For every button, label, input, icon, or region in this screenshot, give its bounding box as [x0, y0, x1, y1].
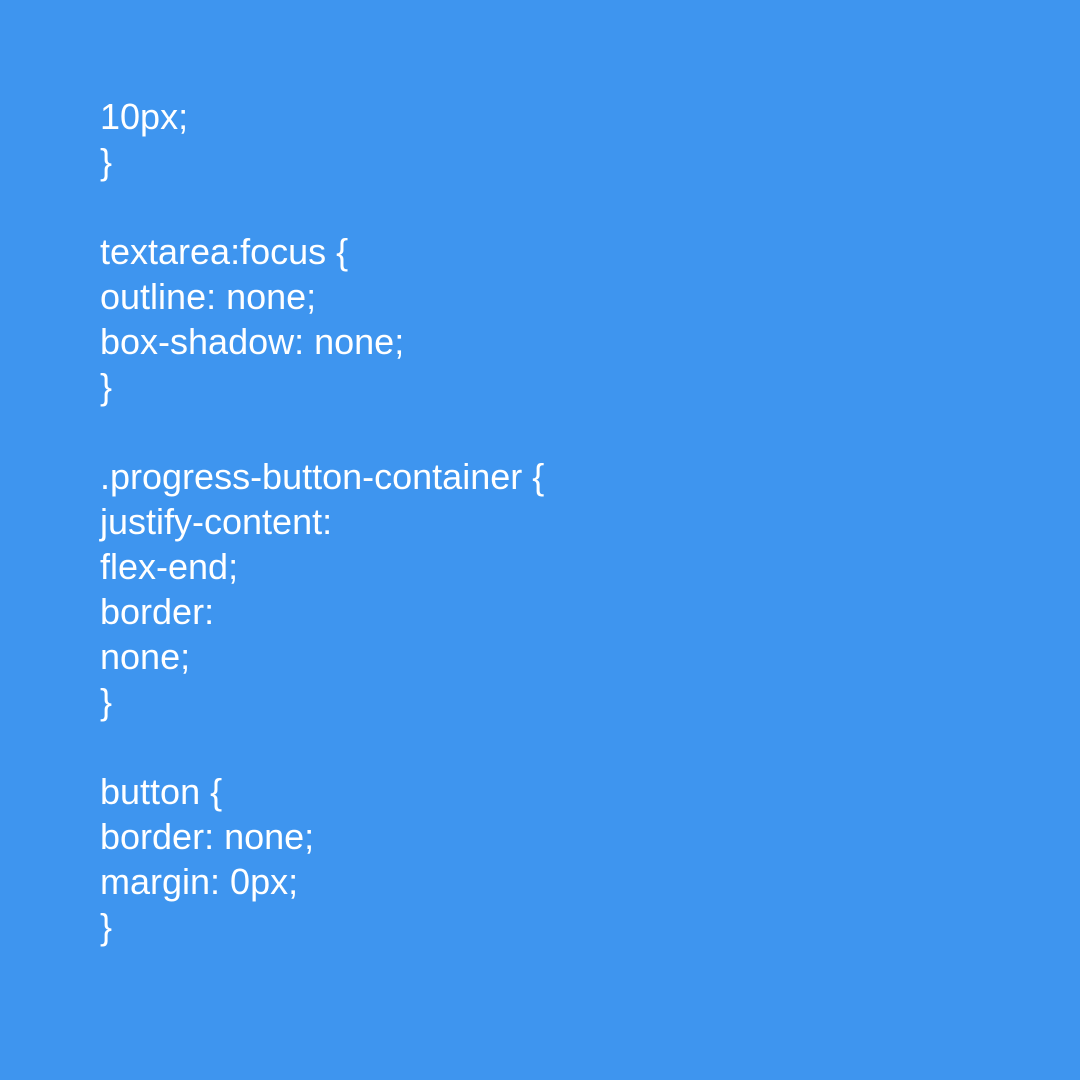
code-line: none;: [100, 636, 191, 677]
code-line: button {: [100, 771, 223, 812]
code-line: .progress-button-container {: [100, 456, 545, 497]
code-line: flex-end;: [100, 546, 239, 587]
code-line: }: [100, 681, 113, 722]
code-line: textarea:focus {: [100, 231, 349, 272]
code-line: }: [100, 906, 113, 947]
code-line: border:: [100, 591, 215, 632]
code-line: justify-content:: [100, 501, 333, 542]
css-code-block: 10px; } textarea:focus { outline: none; …: [100, 94, 1000, 949]
code-line: 10px;: [100, 96, 189, 137]
code-line: border: none;: [100, 816, 315, 857]
code-line: outline: none;: [100, 276, 317, 317]
code-line: }: [100, 366, 113, 407]
code-line: }: [100, 141, 113, 182]
code-line: margin: 0px;: [100, 861, 299, 902]
code-line: box-shadow: none;: [100, 321, 405, 362]
code-slide: { "code": { "lines": [ "10px;", "}", "",…: [0, 0, 1080, 1080]
